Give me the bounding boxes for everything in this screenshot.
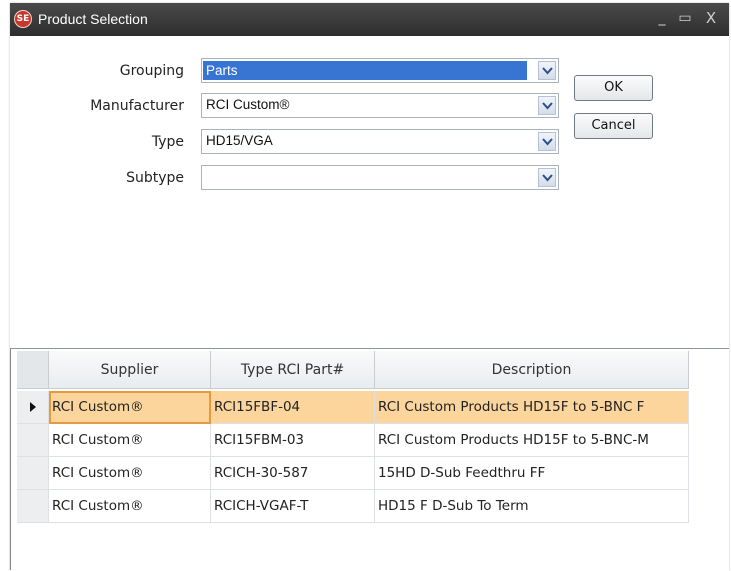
subtype-label: Subtype <box>126 170 184 186</box>
type-dropdown-arrow[interactable] <box>538 132 556 151</box>
manufacturer-dropdown-arrow[interactable] <box>538 96 556 115</box>
row-selector[interactable] <box>17 391 49 424</box>
maximize-button[interactable]: ▭ <box>676 9 694 27</box>
part-number-cell[interactable]: RCICH-VGAF-T <box>211 490 375 523</box>
row-selector[interactable] <box>17 457 49 490</box>
supplier-cell[interactable]: RCI Custom® <box>49 424 211 457</box>
current-row-arrow-icon <box>29 402 36 412</box>
description-cell[interactable]: 15HD D-Sub Feedthru FF <box>375 457 689 490</box>
chevron-down-icon <box>542 174 553 182</box>
minimize-button[interactable]: _ <box>653 9 671 27</box>
supplier-cell[interactable]: RCI Custom® <box>49 457 211 490</box>
column-header-part-number[interactable]: Type RCI Part# <box>211 351 375 389</box>
part-number-cell[interactable]: RCI15FBM-03 <box>211 424 375 457</box>
grouping-dropdown-arrow[interactable] <box>538 61 556 80</box>
grouping-dropdown[interactable]: Parts <box>201 58 559 83</box>
table-row[interactable]: RCI Custom® RCICH-VGAF-T HD15 F D-Sub To… <box>17 490 689 523</box>
chevron-down-icon <box>542 138 553 146</box>
manufacturer-value: RCI Custom® <box>206 97 290 112</box>
type-dropdown[interactable]: HD15/VGA <box>201 129 559 154</box>
title-bar[interactable]: SE Product Selection _ ▭ X <box>10 3 729 36</box>
product-selection-dialog: SE Product Selection _ ▭ X Grouping Part… <box>10 3 729 571</box>
chevron-down-icon <box>542 67 553 75</box>
grouping-value: Parts <box>203 61 527 80</box>
description-cell[interactable]: HD15 F D-Sub To Term <box>375 490 689 523</box>
subtype-dropdown[interactable] <box>201 165 559 190</box>
description-cell[interactable]: RCI Custom Products HD15F to 5-BNC F <box>375 391 689 424</box>
part-number-cell[interactable]: RCI15FBF-04 <box>211 391 375 424</box>
description-cell[interactable]: RCI Custom Products HD15F to 5-BNC-M <box>375 424 689 457</box>
product-results-grid: Supplier Type RCI Part# Description RCI … <box>10 348 729 570</box>
app-logo-icon: SE <box>14 10 32 28</box>
manufacturer-dropdown[interactable]: RCI Custom® <box>201 93 559 118</box>
row-selector[interactable] <box>17 424 49 457</box>
ok-button[interactable]: OK <box>574 75 653 101</box>
grouping-label: Grouping <box>119 63 184 79</box>
type-value: HD15/VGA <box>206 133 273 148</box>
part-number-cell[interactable]: RCICH-30-587 <box>211 457 375 490</box>
type-label: Type <box>151 134 184 150</box>
cancel-button[interactable]: Cancel <box>574 113 653 139</box>
supplier-cell[interactable]: RCI Custom® <box>49 391 211 424</box>
supplier-cell[interactable]: RCI Custom® <box>49 490 211 523</box>
subtype-dropdown-arrow[interactable] <box>538 168 556 187</box>
window-title: Product Selection <box>38 11 148 27</box>
table-row[interactable]: RCI Custom® RCI15FBF-04 RCI Custom Produ… <box>17 391 689 424</box>
row-selector-header <box>17 351 49 389</box>
table-row[interactable]: RCI Custom® RCICH-30-587 15HD D-Sub Feed… <box>17 457 689 490</box>
manufacturer-label: Manufacturer <box>90 98 184 114</box>
table-row[interactable]: RCI Custom® RCI15FBM-03 RCI Custom Produ… <box>17 424 689 457</box>
column-header-description[interactable]: Description <box>375 351 689 389</box>
close-button[interactable]: X <box>702 9 720 27</box>
chevron-down-icon <box>542 102 553 110</box>
column-header-supplier[interactable]: Supplier <box>49 351 211 389</box>
row-selector[interactable] <box>17 490 49 523</box>
